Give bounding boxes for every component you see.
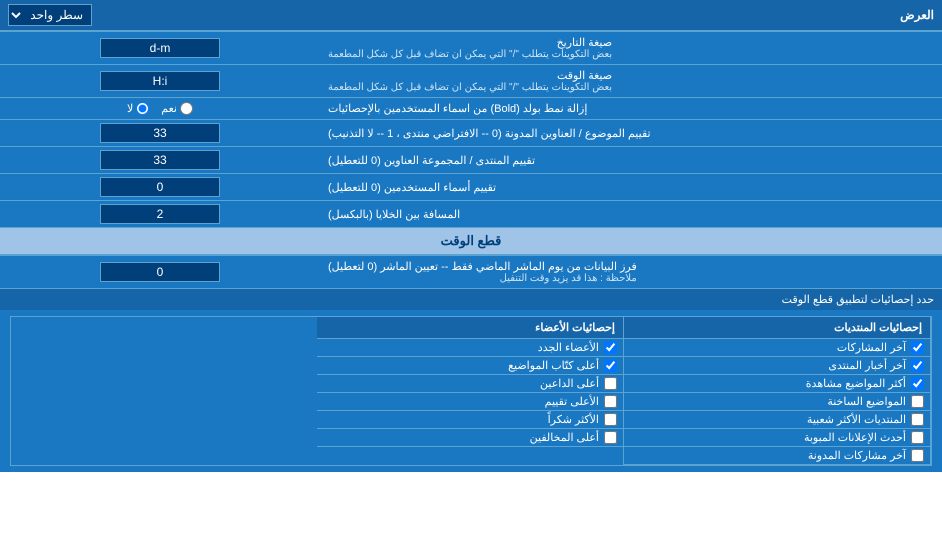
- checkbox-latest-classifieds[interactable]: [911, 431, 924, 444]
- empty-right-col: [11, 317, 317, 465]
- label-most-thanks: الأكثر شكراً: [548, 413, 599, 426]
- display-select[interactable]: سطر واحد سطرين ثلاثة أسطر: [8, 4, 92, 26]
- forum-group-input[interactable]: [100, 150, 220, 170]
- checkbox-new-members[interactable]: [604, 341, 617, 354]
- users-names-label: تقييم أسماء المستخدمين (0 للتعطيل): [320, 174, 942, 200]
- date-format-input[interactable]: [100, 38, 220, 58]
- cell-distance-input-cell: [0, 201, 320, 227]
- forums-stats-header: إحصائيات المنتديات: [624, 317, 930, 339]
- label-forum-news: آخر أخبار المنتدى: [828, 359, 906, 372]
- checkbox-top-inviters[interactable]: [604, 377, 617, 390]
- stats-item-2: آخر أخبار المنتدى: [624, 357, 930, 375]
- top-header-label: العرض: [900, 8, 934, 22]
- stats-item-7: آخر مشاركات المدونة: [624, 447, 930, 465]
- time-format-row: صيغة الوقت بعض التكوينات يتطلب "/" التي …: [0, 65, 942, 98]
- checkbox-forum-news[interactable]: [911, 359, 924, 372]
- label-most-viewed: أكثر المواضيع مشاهدة: [806, 377, 906, 390]
- stats-item-m2: أعلى كتّاب المواضيع: [317, 357, 623, 375]
- label-popular-forums: المنتديات الأكثر شعبية: [807, 413, 906, 426]
- stats-item-6: أحدث الإعلانات المبوبة: [624, 429, 930, 447]
- cell-distance-input[interactable]: [100, 204, 220, 224]
- cell-distance-label: المسافة بين الخلايا (بالبكسل): [320, 201, 942, 227]
- date-format-row: صيغة التاريخ بعض التكوينات يتطلب "/" الت…: [0, 32, 942, 65]
- label-top-inviters: أعلى الداعين: [540, 377, 599, 390]
- radio-no-label[interactable]: لا: [127, 102, 149, 115]
- time-format-label: صيغة الوقت بعض التكوينات يتطلب "/" التي …: [320, 65, 942, 97]
- members-stats-header: إحصائيات الأعضاء: [317, 317, 623, 339]
- time-format-input-cell: [0, 65, 320, 97]
- checkbox-popular-forums[interactable]: [911, 413, 924, 426]
- checkbox-top-writers[interactable]: [604, 359, 617, 372]
- forums-stats-col: إحصائيات المنتديات آخر المشاركات آخر أخب…: [624, 317, 931, 465]
- stats-item-5: المنتديات الأكثر شعبية: [624, 411, 930, 429]
- checkbox-top-violators[interactable]: [604, 431, 617, 444]
- forum-topic-label: تقييم الموضوع / العناوين المدونة (0 -- ا…: [320, 120, 942, 146]
- forum-group-label: تقييم المنتدى / المجموعة العناوين (0 للت…: [320, 147, 942, 173]
- realtime-label: فرز البيانات من يوم الماشر الماضي فقط --…: [320, 256, 942, 288]
- stats-item-m3: أعلى الداعين: [317, 375, 623, 393]
- realtime-input-cell: [0, 256, 320, 288]
- users-names-input[interactable]: [100, 177, 220, 197]
- checkbox-blog-posts[interactable]: [911, 449, 924, 462]
- stats-item-1: آخر المشاركات: [624, 339, 930, 357]
- realtime-row: فرز البيانات من يوم الماشر الماضي فقط --…: [0, 256, 942, 289]
- forum-topic-input[interactable]: [100, 123, 220, 143]
- label-top-rated: الأعلى تقييم: [545, 395, 599, 408]
- stats-item-4: المواضيع الساخنة: [624, 393, 930, 411]
- date-format-input-cell: [0, 32, 320, 64]
- label-latest-classifieds: أحدث الإعلانات المبوبة: [804, 431, 906, 444]
- checkbox-most-viewed[interactable]: [911, 377, 924, 390]
- stats-section: إحصائيات المنتديات آخر المشاركات آخر أخب…: [0, 310, 942, 472]
- label-top-violators: أعلى المخالفين: [530, 431, 599, 444]
- label-new-members: الأعضاء الجدد: [538, 341, 599, 354]
- label-hot-topics: المواضيع الساخنة: [827, 395, 906, 408]
- stats-item-3: أكثر المواضيع مشاهدة: [624, 375, 930, 393]
- checkbox-last-posts[interactable]: [911, 341, 924, 354]
- checkbox-most-thanks[interactable]: [604, 413, 617, 426]
- cell-distance-row: المسافة بين الخلايا (بالبكسل): [0, 201, 942, 228]
- label-last-posts: آخر المشاركات: [837, 341, 906, 354]
- checkbox-hot-topics[interactable]: [911, 395, 924, 408]
- realtime-input[interactable]: [100, 262, 220, 282]
- checkbox-top-rated[interactable]: [604, 395, 617, 408]
- stats-item-m1: الأعضاء الجدد: [317, 339, 623, 357]
- bold-remove-radio-cell: نعم لا: [0, 98, 320, 119]
- users-names-row: تقييم أسماء المستخدمين (0 للتعطيل): [0, 174, 942, 201]
- apply-label: حدد إحصائيات لتطبيق قطع الوقت: [782, 293, 934, 306]
- top-header-row: العرض سطر واحد سطرين ثلاثة أسطر: [0, 0, 942, 32]
- label-blog-posts: آخر مشاركات المدونة: [808, 449, 906, 462]
- apply-row: حدد إحصائيات لتطبيق قطع الوقت: [0, 289, 942, 310]
- label-top-writers: أعلى كتّاب المواضيع: [508, 359, 599, 372]
- stats-item-m5: الأكثر شكراً: [317, 411, 623, 429]
- date-format-label: صيغة التاريخ بعض التكوينات يتطلب "/" الت…: [320, 32, 942, 64]
- radio-yes-label[interactable]: نعم: [161, 102, 193, 115]
- time-format-input[interactable]: [100, 71, 220, 91]
- users-names-input-cell: [0, 174, 320, 200]
- forum-topic-input-cell: [0, 120, 320, 146]
- forum-group-row: تقييم المنتدى / المجموعة العناوين (0 للت…: [0, 147, 942, 174]
- forum-group-input-cell: [0, 147, 320, 173]
- radio-yes[interactable]: [180, 102, 193, 115]
- realtime-section-header: قطع الوقت: [0, 228, 942, 256]
- bold-remove-label: إزالة نمط بولد (Bold) من اسماء المستخدمي…: [320, 98, 942, 119]
- members-stats-col: إحصائيات الأعضاء الأعضاء الجدد أعلى كتّا…: [317, 317, 624, 465]
- stats-item-m4: الأعلى تقييم: [317, 393, 623, 411]
- bold-remove-row: إزالة نمط بولد (Bold) من اسماء المستخدمي…: [0, 98, 942, 120]
- radio-no[interactable]: [136, 102, 149, 115]
- stats-item-m6: أعلى المخالفين: [317, 429, 623, 447]
- forum-topic-row: تقييم الموضوع / العناوين المدونة (0 -- ا…: [0, 120, 942, 147]
